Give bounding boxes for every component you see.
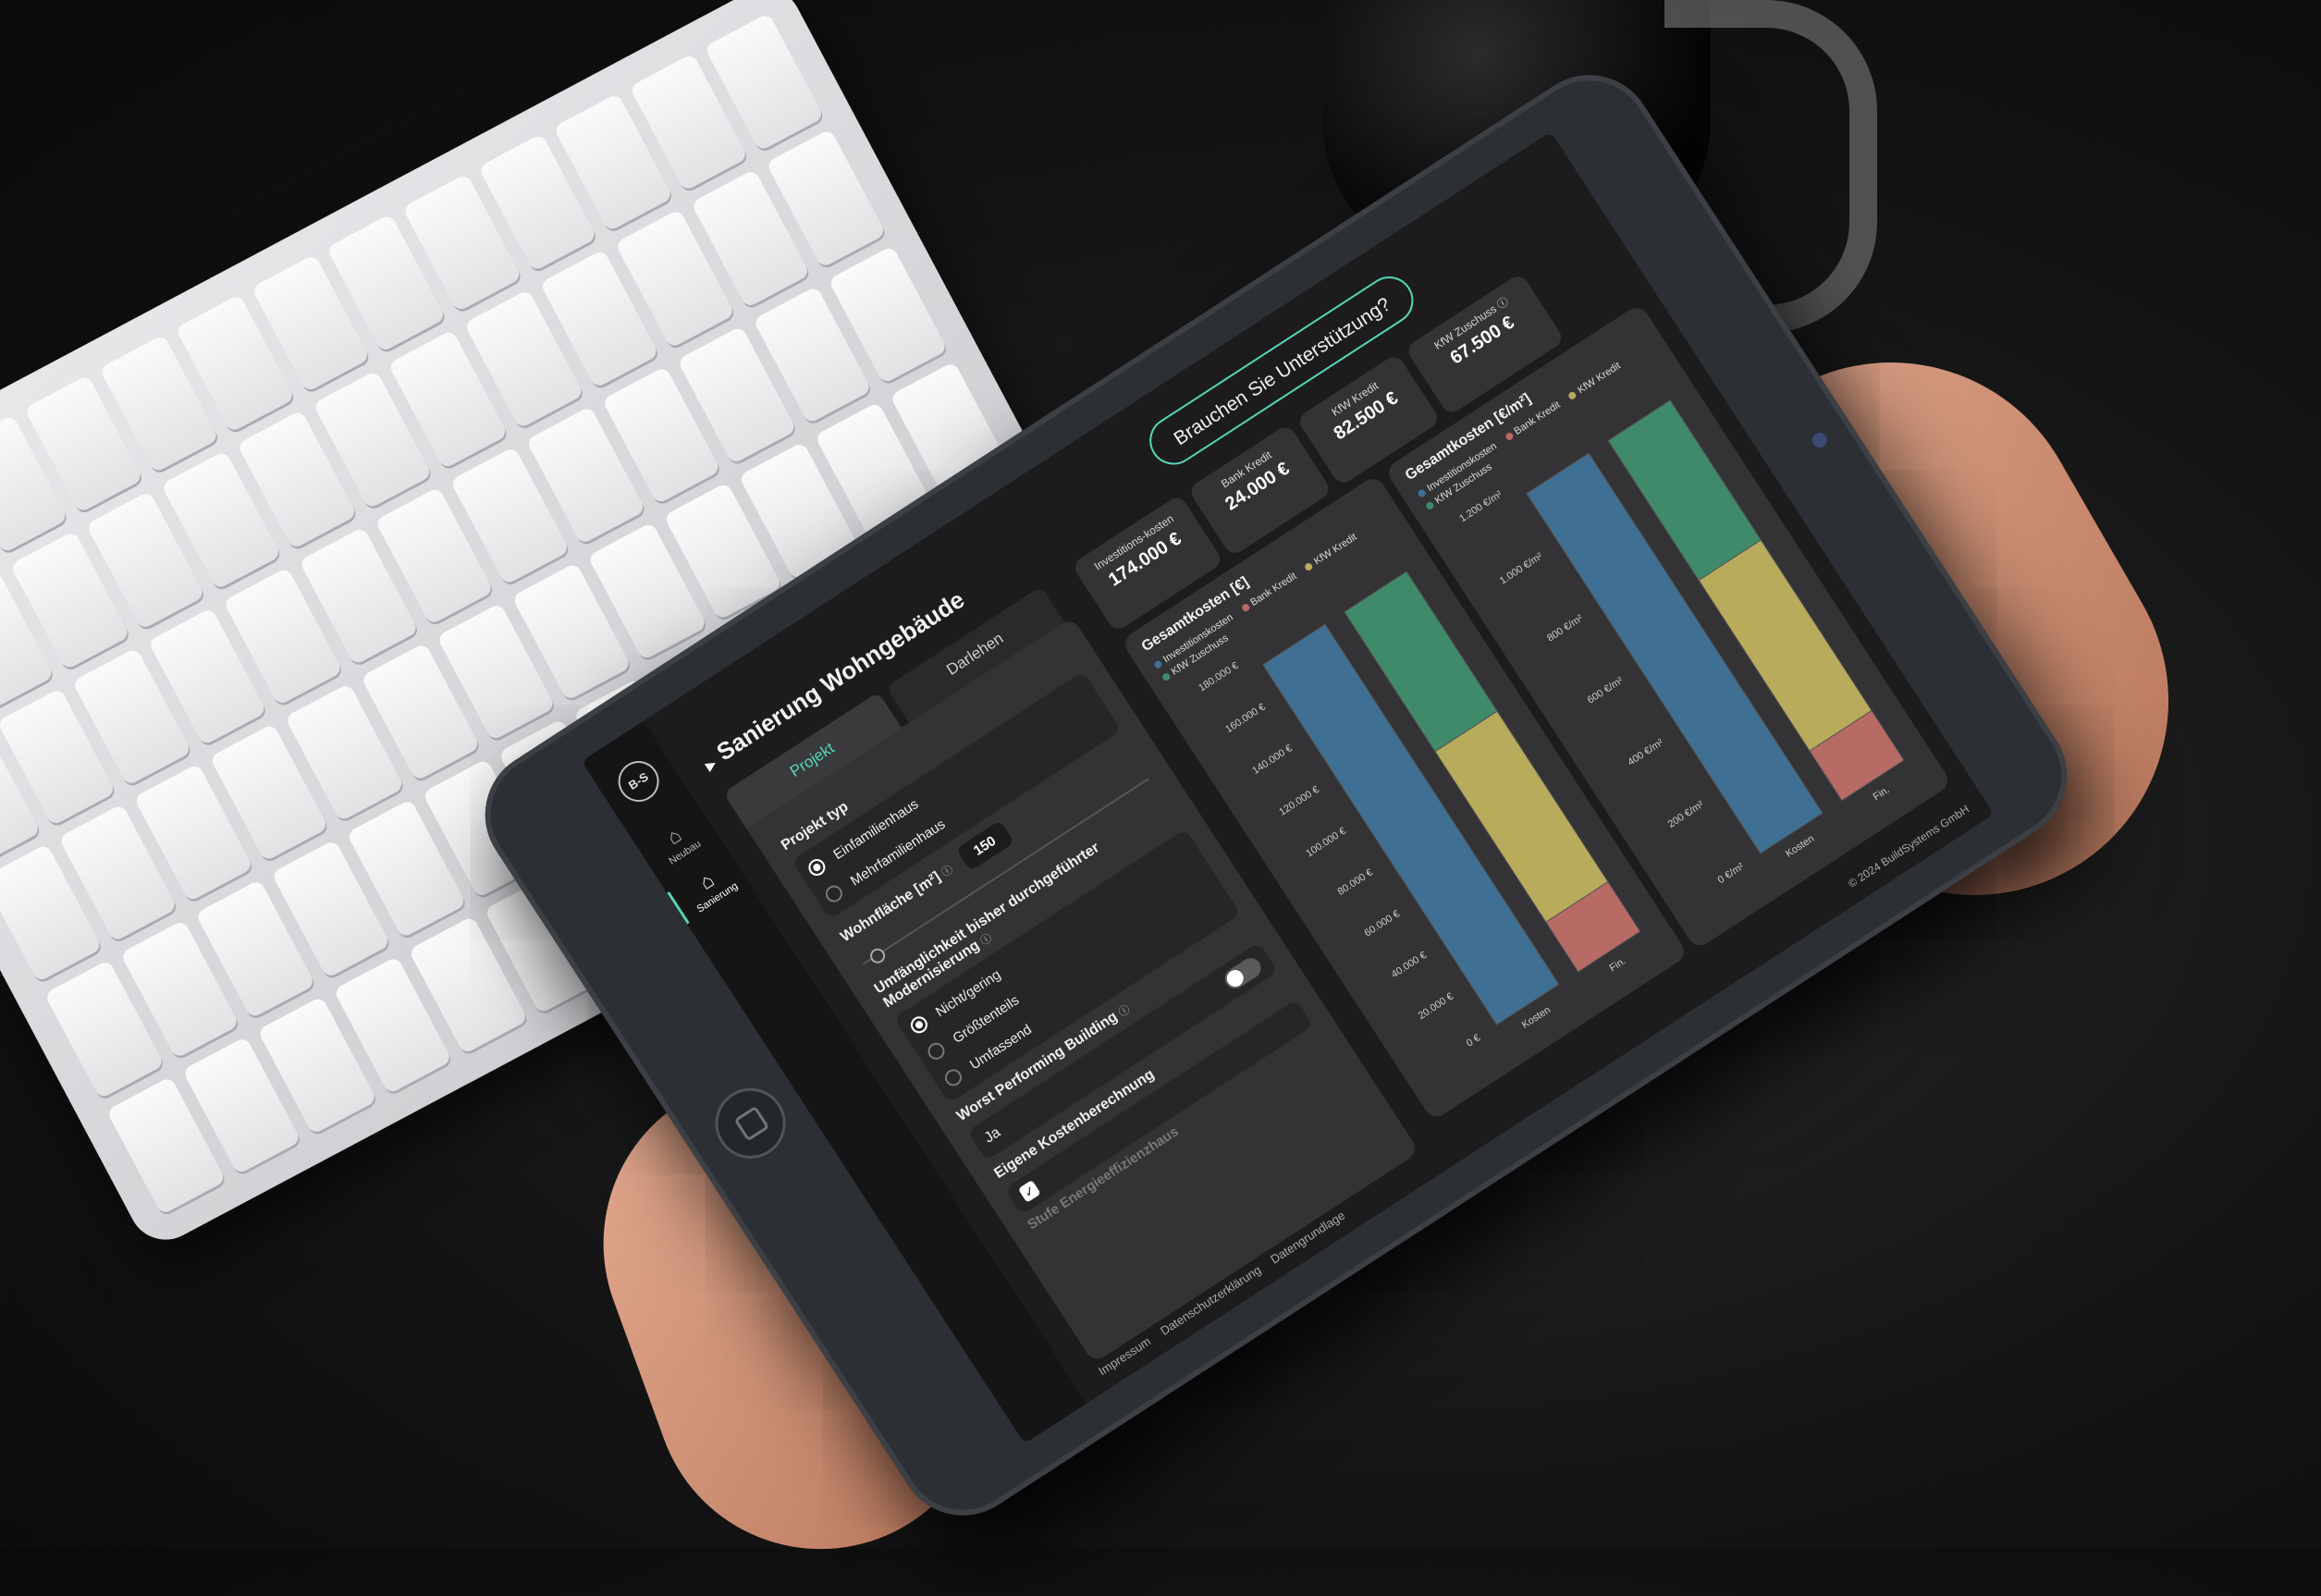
- radio-selected[interactable]: [804, 855, 829, 879]
- y-tick-label: 80.000 €: [1335, 866, 1374, 897]
- y-tick-label: 800 €/m²: [1545, 613, 1585, 645]
- x-tick-label: Fin.: [1608, 955, 1628, 974]
- info-icon[interactable]: ⓘ: [978, 931, 995, 948]
- info-icon[interactable]: ⓘ: [1116, 1002, 1133, 1019]
- x-tick-label: Fin.: [1872, 784, 1892, 803]
- y-tick-label: 0 €/m²: [1716, 861, 1747, 886]
- y-tick-label: 1.000 €/m²: [1498, 551, 1545, 587]
- y-tick-label: 1.200 €/m²: [1457, 488, 1504, 524]
- y-tick-label: 140.000 €: [1250, 743, 1295, 777]
- y-tick-label: 0 €: [1465, 1032, 1482, 1049]
- triangle-right-icon: ▶: [702, 755, 719, 774]
- legend-item-bank: Bank Kredit: [1238, 569, 1299, 616]
- x-tick-label: Kosten: [1520, 1004, 1553, 1031]
- y-tick-label: 20.000 €: [1417, 991, 1455, 1022]
- worst-performing-toggle[interactable]: [1221, 953, 1265, 993]
- radio-unselected[interactable]: [822, 882, 846, 906]
- info-icon[interactable]: ⓘ: [939, 863, 955, 879]
- own-cost-checkbox[interactable]: ✓: [1017, 1179, 1041, 1203]
- y-tick-label: 120.000 €: [1277, 784, 1321, 818]
- y-tick-label: 200 €/m²: [1666, 799, 1706, 830]
- y-tick-label: 160.000 €: [1223, 702, 1268, 736]
- legend-item-kfw-kredit: KfW Kredit: [1566, 359, 1624, 404]
- brand-logo[interactable]: B-S: [610, 753, 668, 810]
- home-button[interactable]: [701, 1074, 800, 1172]
- y-tick-label: 60.000 €: [1363, 908, 1402, 939]
- y-tick-label: 400 €/m²: [1626, 737, 1665, 768]
- legend-item-kfw-kredit: KfW Kredit: [1302, 530, 1360, 575]
- radio-unselected[interactable]: [925, 1039, 948, 1063]
- x-tick-label: Kosten: [1784, 833, 1816, 860]
- legend-label: Bank Kredit: [1248, 571, 1299, 609]
- radio-selected[interactable]: [907, 1013, 931, 1037]
- radio-unselected[interactable]: [941, 1065, 965, 1089]
- info-icon[interactable]: ⓘ: [1494, 295, 1511, 312]
- y-tick-label: 600 €/m²: [1586, 675, 1626, 706]
- y-tick-label: 180.000 €: [1197, 660, 1241, 694]
- legend-label: KfW Kredit: [1311, 531, 1359, 568]
- y-tick-label: 100.000 €: [1304, 826, 1348, 860]
- toggle-value: Ja: [981, 1124, 1004, 1147]
- legend-label: KfW Kredit: [1576, 360, 1623, 397]
- y-tick-label: 40.000 €: [1390, 950, 1429, 980]
- front-camera: [1809, 429, 1830, 451]
